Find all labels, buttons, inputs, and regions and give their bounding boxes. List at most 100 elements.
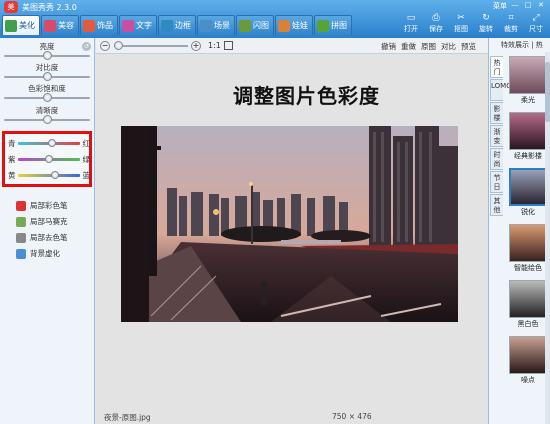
adjust-slider-track[interactable]	[4, 93, 90, 102]
tab-6[interactable]: 闪图	[236, 15, 274, 35]
tab-label: 文字	[136, 21, 152, 30]
top-toolbar: ▭ 打开 ⎙ 保存 ✂ 抠图 ↻ 旋转 ⌗ 裁剪 ⤢ 尺寸	[401, 13, 546, 34]
color-slider-right-label: 绿	[82, 154, 91, 164]
zoom-in-button[interactable]: +	[191, 41, 201, 51]
effects-panel: 特效展示 | 热 热门 LOMO 影楼 渐变 时尚 节日 其他 柔光 经典影楼 锐化 智能绘色 黑白…	[488, 38, 550, 424]
color-slider-right-label: 红	[82, 138, 91, 148]
effect-thumbnail[interactable]: 噪点	[507, 336, 549, 388]
effect-thumbnail[interactable]: 经典影楼	[507, 112, 549, 164]
tab-8[interactable]: 拼图	[314, 15, 352, 35]
color-slider-knob[interactable]	[48, 138, 57, 147]
adjust-slider-knob[interactable]	[43, 93, 52, 102]
tab-2[interactable]: 饰品	[80, 15, 118, 35]
effect-label: 锐化	[521, 208, 535, 216]
tab-label: 饰品	[97, 21, 113, 30]
tab-label: 美化	[19, 21, 35, 30]
tool-button-4[interactable]: ⌗ 裁剪	[501, 13, 521, 34]
adjust-slider-knob[interactable]	[43, 51, 52, 60]
color-slider-row: 紫绿	[8, 154, 90, 164]
effect-category-tab[interactable]: 时尚	[490, 148, 503, 170]
tab-0[interactable]: 美化	[2, 15, 40, 35]
tool-button-5[interactable]: ⤢ 尺寸	[526, 13, 546, 34]
effect-category-tab[interactable]: 影楼	[490, 102, 503, 124]
tab-1[interactable]: 美容	[41, 15, 79, 35]
compare-button[interactable]: 对比	[441, 41, 456, 52]
effect-thumbnail[interactable]: 柔光	[507, 56, 549, 108]
effect-thumbnail[interactable]: 黑白色	[507, 280, 549, 332]
color-slider-track[interactable]	[18, 154, 80, 163]
color-slider-left-label: 黄	[8, 170, 16, 180]
tool-button-1[interactable]: ⎙ 保存	[426, 13, 446, 34]
title-bar: 美 美图秀秀 2.3.0 菜单 — □ ✕ 美化 美容 饰品 文字 边框 场景 闪图 娃娃 拼图…	[0, 0, 550, 38]
effect-label: 黑白色	[517, 320, 539, 328]
zoom-ratio-button[interactable]: 1:1	[208, 41, 221, 50]
tool-icon: ▭	[406, 13, 416, 23]
effect-category-tab[interactable]: 节日	[490, 171, 503, 193]
effect-category-tab[interactable]: 热门	[490, 56, 503, 78]
scene-icon	[200, 19, 212, 32]
brush-icon	[16, 232, 26, 243]
effect-thumbnail[interactable]: 锐化	[507, 168, 549, 220]
tool-icon: ✂	[457, 13, 465, 23]
heart-icon	[83, 19, 95, 32]
photo-preview[interactable]	[121, 126, 458, 322]
close-button[interactable]: ✕	[536, 1, 546, 11]
effect-label: 经典影楼	[514, 152, 542, 160]
adjust-slider-knob[interactable]	[43, 115, 52, 124]
redo-button[interactable]: 重做	[401, 41, 416, 52]
adjust-slider-knob[interactable]	[43, 72, 52, 81]
original-button[interactable]: 原图	[421, 41, 436, 52]
flash-icon	[239, 19, 251, 32]
status-image-size: 750 × 476	[332, 412, 372, 421]
color-slider-track[interactable]	[18, 138, 80, 147]
effect-preview-image	[509, 56, 547, 94]
brush-label: 局部马赛克	[30, 217, 68, 226]
tab-label: 美容	[58, 21, 74, 30]
effect-category-tab[interactable]: LOMO	[490, 79, 512, 101]
preview-button[interactable]: 预览	[461, 41, 476, 52]
frame-icon	[161, 19, 173, 32]
undo-button[interactable]: 撤销	[381, 41, 396, 52]
adjust-slider-track[interactable]	[4, 115, 90, 124]
effects-scrollbar[interactable]	[545, 52, 550, 424]
brush-tool-0[interactable]: 局部彩色笔	[16, 200, 68, 211]
menu-button[interactable]: 菜单	[493, 1, 507, 11]
doll-icon	[278, 19, 290, 32]
tab-7[interactable]: 娃娃	[275, 15, 313, 35]
color-slider-track[interactable]	[18, 170, 80, 179]
palette-icon	[5, 19, 17, 32]
effect-category-tab[interactable]: 渐变	[490, 125, 503, 147]
brush-tool-3[interactable]: 背景虚化	[16, 248, 60, 259]
color-slider-left-label: 青	[8, 138, 16, 148]
effect-thumbnail[interactable]: 智能绘色	[507, 224, 549, 276]
tool-icon: ⎙	[432, 13, 440, 23]
tool-button-0[interactable]: ▭ 打开	[401, 13, 421, 34]
adjust-slider-track[interactable]	[4, 72, 90, 81]
tool-button-3[interactable]: ↻ 旋转	[476, 13, 496, 34]
tab-4[interactable]: 边框	[158, 15, 196, 35]
tab-5[interactable]: 场景	[197, 15, 235, 35]
effect-preview-image	[509, 112, 547, 150]
tab-3[interactable]: 文字	[119, 15, 157, 35]
canvas-area: − + 1:1 撤销 重做 原图 对比 预览 调整图片色彩度 夜景-原图.jpg…	[96, 38, 488, 424]
color-slider-knob[interactable]	[51, 170, 60, 179]
fit-screen-icon[interactable]	[224, 41, 233, 50]
zoom-slider-knob[interactable]	[114, 41, 123, 50]
tool-button-2[interactable]: ✂ 抠图	[451, 13, 471, 34]
adjust-slider-row: 亮度	[4, 41, 90, 60]
zoom-slider[interactable]	[114, 41, 188, 50]
color-slider-knob[interactable]	[45, 154, 53, 163]
zoom-out-button[interactable]: −	[100, 41, 110, 51]
adjust-slider-track[interactable]	[4, 51, 90, 60]
status-file-name: 夜景-原图.jpg	[104, 413, 151, 422]
minimize-button[interactable]: —	[510, 1, 520, 11]
brush-tool-2[interactable]: 局部去色笔	[16, 232, 68, 243]
effect-preview-image	[509, 280, 547, 318]
brush-label: 局部彩色笔	[30, 201, 68, 210]
maximize-button[interactable]: □	[523, 1, 533, 11]
headline-text: 调整图片色彩度	[233, 84, 380, 108]
effect-category-tab[interactable]: 其他	[490, 194, 503, 216]
effect-thumbnails: 柔光经典影楼锐化智能绘色黑白色噪点	[507, 56, 550, 392]
brush-tool-1[interactable]: 局部马赛克	[16, 216, 68, 227]
effects-scroll-thumb[interactable]	[545, 62, 550, 122]
